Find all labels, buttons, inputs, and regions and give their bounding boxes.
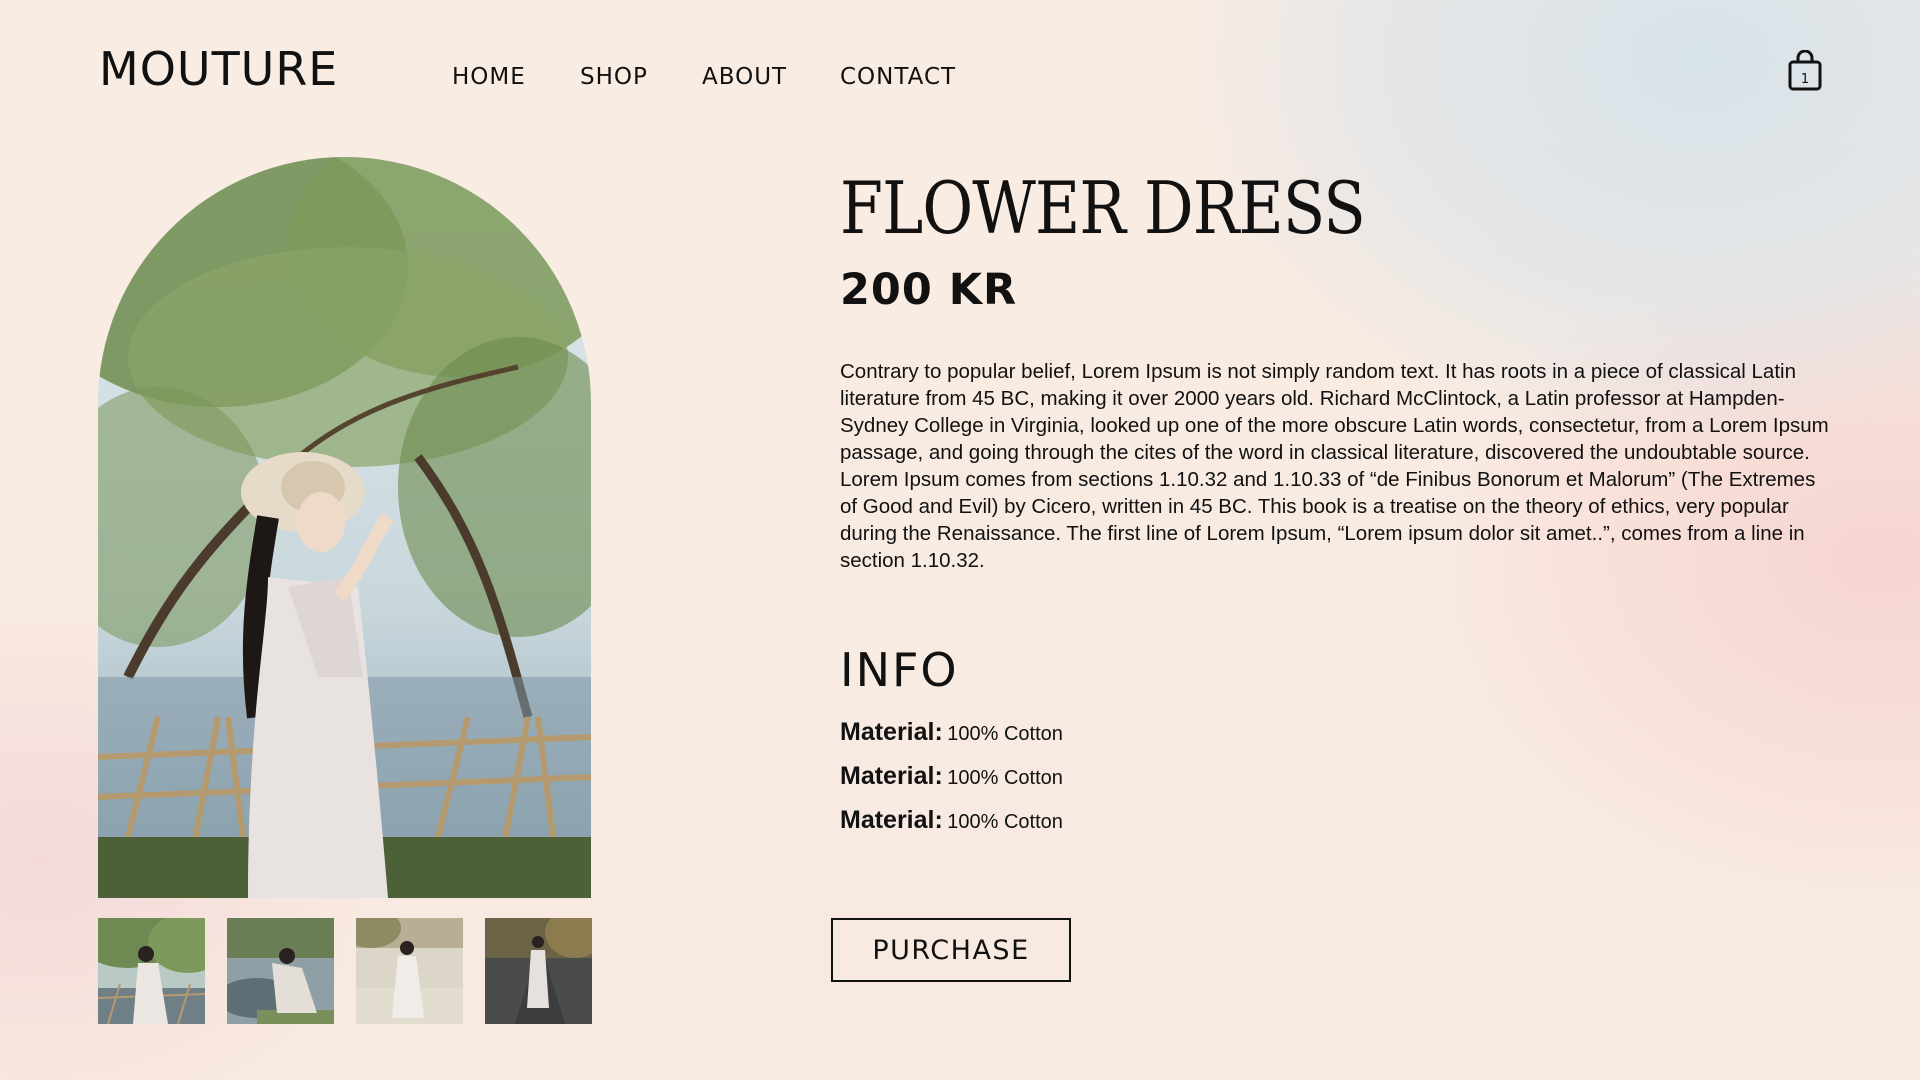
info-row: Material: 100% Cotton [840,718,1063,747]
info-row: Material: 100% Cotton [840,806,1063,835]
info-heading: INFO [840,643,959,697]
brand-logo[interactable]: MOUTURE [99,42,338,96]
cart-count: 1 [1801,72,1809,87]
nav-about[interactable]: ABOUT [702,64,787,90]
product-price: 200 KR [840,265,1018,315]
info-value: 100% Cotton [947,811,1063,833]
purchase-button[interactable]: PURCHASE [831,918,1071,982]
info-label: Material: [840,718,943,746]
product-main-image [98,157,591,898]
product-description: Contrary to popular belief, Lorem Ipsum … [840,360,1829,572]
thumbnail-1[interactable] [98,918,205,1024]
nav-contact[interactable]: CONTACT [840,64,956,90]
product-title: FLOWER DRESS [840,166,1366,250]
nav-shop[interactable]: SHOP [580,64,648,90]
shopping-bag-icon[interactable]: 1 [1788,49,1822,92]
info-value: 100% Cotton [947,723,1063,745]
info-label: Material: [840,806,943,834]
thumbnail-2[interactable] [227,918,334,1024]
nav-home[interactable]: HOME [452,64,526,90]
info-label: Material: [840,762,943,790]
info-value: 100% Cotton [947,767,1063,789]
info-row: Material: 100% Cotton [840,762,1063,791]
thumbnail-3[interactable] [356,918,463,1024]
thumbnail-4[interactable] [485,918,592,1024]
